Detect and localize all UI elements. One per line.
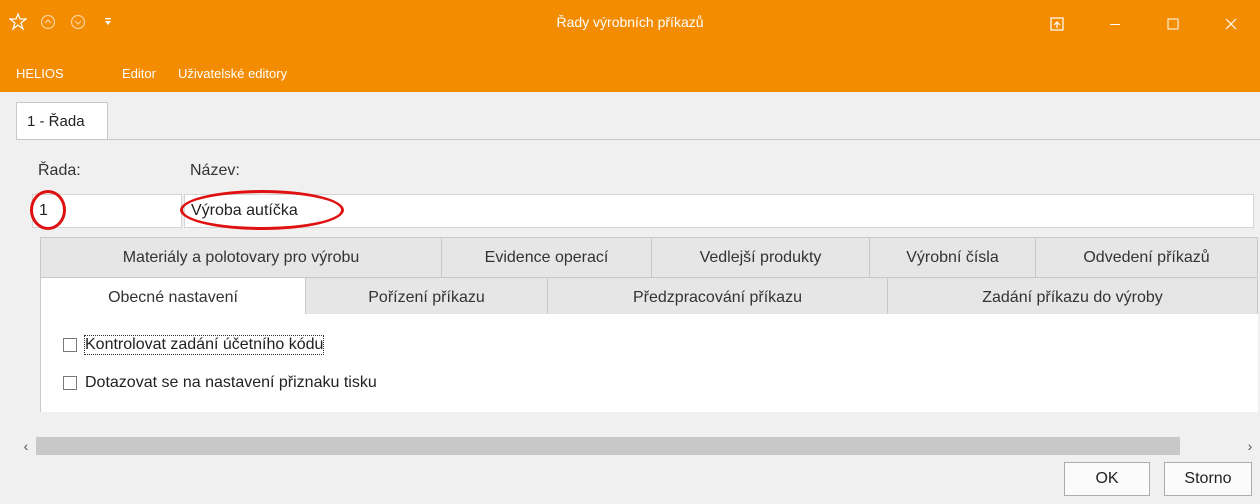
property-tabs-row-2: Obecné nastavení Pořízení příkazu Předzp…	[40, 277, 1258, 317]
tab-general-settings[interactable]: Obecné nastavení	[40, 277, 306, 317]
tab-release-to-production[interactable]: Zadání příkazu do výroby	[888, 277, 1258, 317]
close-button[interactable]	[1202, 4, 1260, 44]
tab-operations[interactable]: Evidence operací	[442, 237, 652, 277]
close-icon	[1225, 18, 1237, 30]
tab-order-completion[interactable]: Odvedení příkazů	[1036, 237, 1258, 277]
minimize-icon	[1110, 24, 1120, 25]
ok-button[interactable]: OK	[1064, 462, 1150, 496]
menu-item-editor[interactable]: Editor	[122, 66, 156, 81]
document-tab[interactable]: 1 - Řada	[16, 102, 108, 140]
minimize-button[interactable]	[1086, 4, 1144, 44]
tab-preprocessing[interactable]: Předzpracování příkazu	[548, 277, 888, 317]
rada-field[interactable]: 1	[32, 194, 182, 228]
tab-order-entry[interactable]: Pořízení příkazu	[306, 277, 548, 317]
tab-serial-numbers[interactable]: Výrobní čísla	[870, 237, 1036, 277]
option-label: Kontrolovat zadání účetního kódu	[83, 335, 325, 355]
option-label: Dotazovat se na nastavení přiznaku tisku	[85, 374, 377, 391]
scroll-right-icon[interactable]: ›	[1240, 437, 1260, 455]
horizontal-scrollbar[interactable]: ‹ ›	[16, 435, 1260, 457]
scroll-thumb[interactable]	[36, 437, 1180, 455]
checkbox[interactable]	[63, 376, 77, 390]
checkbox[interactable]	[63, 338, 77, 352]
nazev-label: Název:	[190, 162, 240, 179]
pin-button[interactable]	[1028, 4, 1086, 44]
option-ask-print-flag[interactable]: Dotazovat se na nastavení přiznaku tisku	[63, 374, 377, 392]
forward-circle-icon[interactable]	[68, 12, 88, 32]
app-icon	[8, 12, 28, 32]
cancel-button[interactable]: Storno	[1164, 462, 1252, 496]
document-tab-divider	[16, 139, 1260, 140]
window-controls	[1028, 4, 1260, 44]
nazev-field[interactable]: Výroba autíčka	[184, 194, 1254, 228]
pin-icon	[1050, 17, 1064, 31]
main-content: 1 - Řada Řada: Název: 1 Výroba autíčka M…	[0, 92, 1260, 504]
menu-item-user-editors[interactable]: Uživatelské editory	[178, 66, 287, 81]
menu-item-helios[interactable]: HELIOS	[16, 66, 64, 81]
tab-byproducts[interactable]: Vedlejší produkty	[652, 237, 870, 277]
general-settings-panel: Kontrolovat zadání účetního kódu Dotazov…	[40, 314, 1258, 412]
scroll-left-icon[interactable]: ‹	[16, 437, 36, 455]
rada-label: Řada:	[38, 162, 81, 179]
maximize-icon	[1167, 18, 1179, 30]
customize-dropdown-icon[interactable]	[98, 12, 118, 32]
back-circle-icon[interactable]	[38, 12, 58, 32]
property-tabs-row-1: Materiály a polotovary pro výrobu Eviden…	[40, 237, 1258, 277]
option-check-accounting-code[interactable]: Kontrolovat zadání účetního kódu	[63, 335, 325, 355]
title-bar: Řady výrobních příkazů	[0, 0, 1260, 54]
quick-access-toolbar	[8, 12, 118, 32]
tab-materials[interactable]: Materiály a polotovary pro výrobu	[40, 237, 442, 277]
menu-bar: HELIOS Editor Uživatelské editory	[0, 54, 1260, 92]
maximize-button[interactable]	[1144, 4, 1202, 44]
